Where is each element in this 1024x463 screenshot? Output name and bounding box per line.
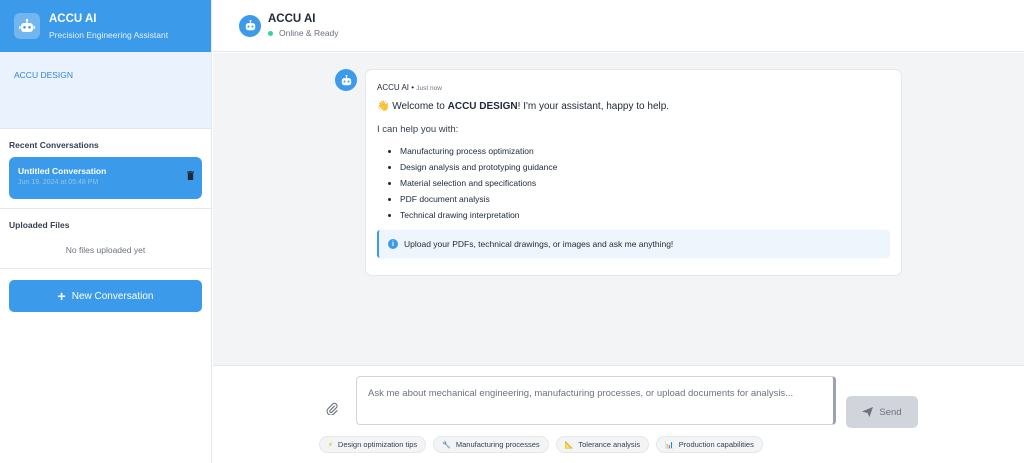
wrench-icon: 🔧 [442,441,451,449]
info-icon: i [388,239,398,249]
recent-conversations-title: Recent Conversations [9,140,99,150]
list-item: Material selection and specifications [377,178,890,194]
robot-icon [14,13,40,39]
chat-area[interactable]: ACCU AI • Just now 👋 Welcome to ACCU DES… [213,53,1024,365]
ruler-icon: 📐 [564,441,574,449]
welcome-brand: ACCU DESIGN [447,101,518,112]
chip-label: Tolerance analysis [578,440,641,449]
message-header: ACCU AI • Just now [377,83,442,92]
send-icon [862,407,874,417]
upload-tip: i Upload your PDFs, technical drawings, … [377,230,890,258]
send-button[interactable]: Send [846,396,918,428]
suggestion-chip[interactable]: 🔧 Manufacturing processes [433,436,549,453]
welcome-suffix: ! I'm your assistant, happy to help. [517,101,670,112]
tip-text: Upload your PDFs, technical drawings, or… [404,239,674,249]
assistant-message: ACCU AI • Just now 👋 Welcome to ACCU DES… [365,69,902,276]
list-item: Technical drawing interpretation [377,210,890,226]
chat-title: ACCU AI [268,13,316,25]
paperclip-icon[interactable] [326,402,338,420]
list-item: Manufacturing process optimization [377,146,890,162]
new-conversation-button[interactable]: + New Conversation [9,280,202,312]
list-item: PDF document analysis [377,194,890,210]
no-files-message: No files uploaded yet [65,245,146,255]
conversation-date: Jun 19, 2024 at 05:48 PM [18,179,99,186]
status-indicator: Online & Ready [268,28,339,38]
conversation-title: Untitled Conversation [18,166,107,176]
welcome-text: 👋 Welcome to ACCU DESIGN! I'm your assis… [377,101,890,112]
wave-icon: 👋 [377,101,390,112]
message-time: Just now [416,85,442,92]
capabilities-list: Manufacturing process optimization Desig… [377,146,890,226]
status-text: Online & Ready [279,28,339,38]
brand-subtitle: Precision Engineering Assistant [49,29,169,40]
design-panel: ACCU DESIGN [0,52,211,129]
message-input[interactable]: Ask me about mechanical engineering, man… [356,376,836,425]
suggestion-chip[interactable]: 📊 Production capabilities [656,436,763,453]
plus-icon: + [57,288,66,304]
chip-label: Design optimization tips [337,440,418,449]
send-label: Send [879,406,902,418]
main-panel: ACCU AI Online & Ready ACCU AI • Just no… [213,0,1024,463]
message-sender: ACCU AI [377,83,410,92]
divider [0,268,211,269]
chip-label: Production capabilities [678,440,754,449]
composer: Ask me about mechanical engineering, man… [213,365,1024,463]
conversation-item[interactable]: Untitled Conversation Jun 19, 2024 at 05… [9,157,202,199]
suggestion-chip[interactable]: ⚡ Design optimization tips [319,436,427,453]
chat-header: ACCU AI Online & Ready [213,0,1024,52]
design-link[interactable]: ACCU DESIGN [14,70,73,80]
list-item: Design analysis and prototyping guidance [377,162,890,178]
bar-chart-icon: 📊 [665,441,674,449]
chip-label: Manufacturing processes [455,440,540,449]
suggestion-chip[interactable]: 📐 Tolerance analysis [555,436,650,453]
bolt-icon: ⚡ [328,441,333,449]
sidebar: ACCU AI Precision Engineering Assistant … [0,0,212,463]
brand-title: ACCU AI [49,12,97,25]
uploaded-files-title: Uploaded Files [9,220,70,230]
assistant-avatar [335,69,357,91]
welcome-prefix: Welcome to [392,101,448,112]
online-dot-icon [268,30,273,36]
brand-header: ACCU AI Precision Engineering Assistant [0,0,211,52]
suggestion-chips: ⚡ Design optimization tips 🔧 Manufacturi… [319,436,763,453]
robot-icon [239,14,261,37]
trash-icon[interactable] [187,167,194,185]
new-conversation-label: New Conversation [71,290,154,302]
intro-text: I can help you with: [377,124,459,135]
